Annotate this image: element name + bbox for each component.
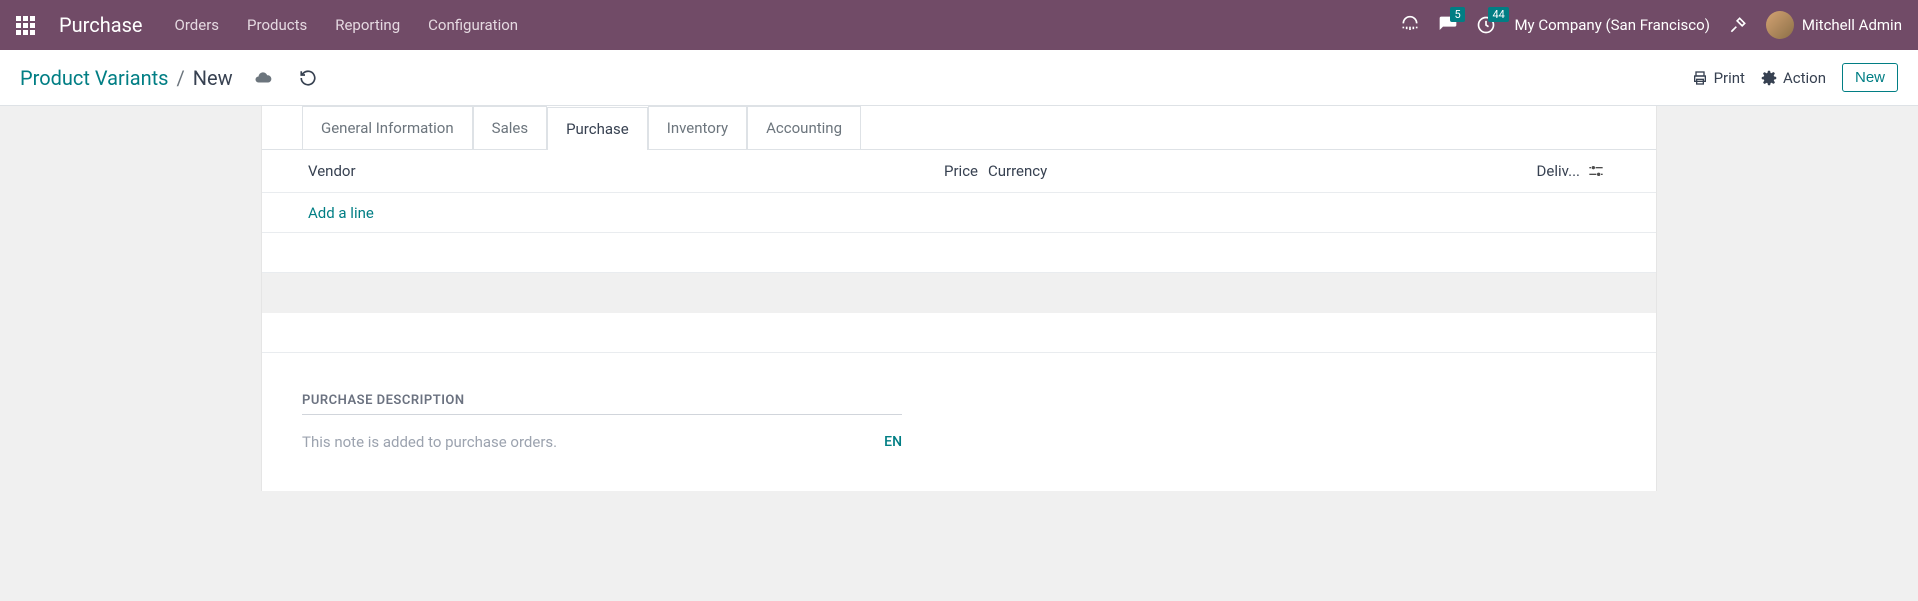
- messages-badge: 5: [1450, 7, 1464, 22]
- control-bar: Product Variants / New Print Action New: [0, 50, 1918, 106]
- tabs: General Information Sales Purchase Inven…: [262, 106, 1656, 150]
- action-button[interactable]: Action: [1761, 69, 1826, 87]
- table-row-add: Add a line: [262, 193, 1656, 233]
- breadcrumb-separator: /: [176, 66, 184, 90]
- tab-general[interactable]: General Information: [302, 106, 473, 149]
- nav-products[interactable]: Products: [247, 16, 307, 34]
- vendor-table-header: Vendor Price Currency Deliv...: [262, 150, 1656, 193]
- table-footer-band: [262, 273, 1656, 313]
- breadcrumb-current: New: [193, 66, 233, 90]
- control-right: Print Action New: [1692, 63, 1898, 92]
- language-button[interactable]: EN: [884, 434, 902, 450]
- activities-icon[interactable]: 44: [1476, 15, 1496, 35]
- purchase-description-section: PURCHASE DESCRIPTION This note is added …: [262, 353, 1656, 491]
- action-label: Action: [1783, 69, 1826, 87]
- nav-menu: Orders Products Reporting Configuration: [175, 16, 519, 34]
- nav-configuration[interactable]: Configuration: [428, 16, 518, 34]
- col-delivery: Deliv...: [1520, 162, 1580, 180]
- discard-icon[interactable]: [299, 69, 317, 87]
- content-area: General Information Sales Purchase Inven…: [0, 106, 1918, 491]
- columns-options-icon[interactable]: [1580, 163, 1610, 179]
- tab-accounting[interactable]: Accounting: [747, 106, 861, 149]
- user-name: Mitchell Admin: [1802, 16, 1902, 34]
- phone-icon[interactable]: [1400, 15, 1420, 35]
- breadcrumb: Product Variants / New: [20, 66, 317, 90]
- messages-icon[interactable]: 5: [1438, 15, 1458, 35]
- top-nav: Purchase Orders Products Reporting Confi…: [0, 0, 1918, 50]
- col-price: Price: [928, 162, 978, 180]
- description-input[interactable]: This note is added to purchase orders.: [302, 433, 884, 451]
- new-button[interactable]: New: [1842, 63, 1898, 92]
- tab-inventory[interactable]: Inventory: [648, 106, 747, 149]
- print-button[interactable]: Print: [1692, 69, 1745, 87]
- nav-reporting[interactable]: Reporting: [335, 16, 400, 34]
- apps-icon[interactable]: [16, 16, 35, 35]
- nav-orders[interactable]: Orders: [175, 16, 220, 34]
- topnav-right: 5 44 My Company (San Francisco) Mitchell…: [1400, 11, 1902, 39]
- activities-badge: 44: [1488, 7, 1508, 22]
- cloud-save-icon[interactable]: [253, 69, 273, 87]
- form-sheet: General Information Sales Purchase Inven…: [261, 106, 1657, 491]
- tools-icon[interactable]: [1728, 15, 1748, 35]
- section-title: PURCHASE DESCRIPTION: [302, 393, 902, 415]
- col-currency: Currency: [978, 162, 1058, 180]
- topnav-left: Purchase Orders Products Reporting Confi…: [16, 13, 518, 37]
- breadcrumb-parent[interactable]: Product Variants: [20, 66, 168, 90]
- company-name[interactable]: My Company (San Francisco): [1514, 16, 1709, 34]
- avatar: [1766, 11, 1794, 39]
- add-line-button[interactable]: Add a line: [308, 204, 374, 222]
- col-vendor: Vendor: [308, 162, 928, 180]
- spacer-band: [262, 313, 1656, 353]
- app-name[interactable]: Purchase: [59, 13, 143, 37]
- print-label: Print: [1714, 69, 1745, 87]
- description-row: This note is added to purchase orders. E…: [302, 415, 902, 481]
- table-row-empty: [262, 233, 1656, 273]
- user-menu[interactable]: Mitchell Admin: [1766, 11, 1902, 39]
- tab-purchase[interactable]: Purchase: [547, 107, 648, 150]
- tab-sales[interactable]: Sales: [473, 106, 547, 149]
